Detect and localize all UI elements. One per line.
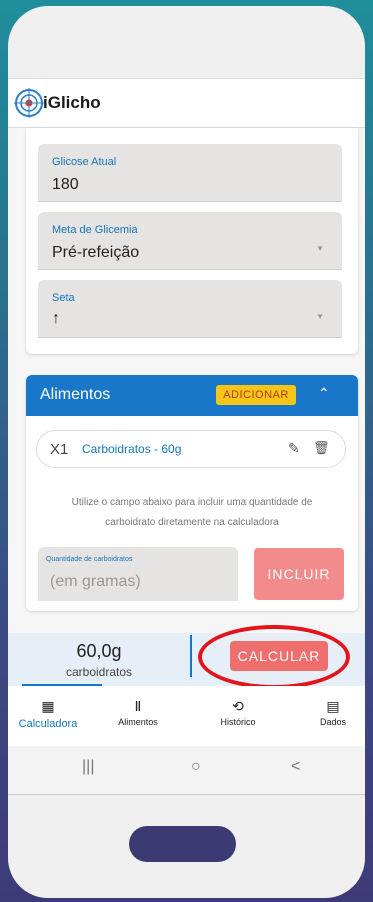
app-screen: iGlicho Glicose Atual 180 Meta de Glicem… bbox=[8, 78, 365, 795]
edit-icon[interactable]: ✎ bbox=[288, 440, 300, 457]
glucose-form-card: Glicose Atual 180 Meta de Glicemia Pré-r… bbox=[26, 128, 358, 354]
clipboard-icon: ▤ bbox=[326, 698, 340, 714]
app-title: iGlicho bbox=[43, 93, 101, 112]
home-button[interactable]: ○ bbox=[191, 758, 201, 776]
target-select[interactable]: Meta de Glicemia Pré-refeição ▼ bbox=[38, 212, 342, 270]
fork-knife-icon: Ⅱ bbox=[134, 698, 142, 714]
bottom-nav: ▦ Calculadora Ⅱ Alimentos ⟲ Histórico ▤ … bbox=[8, 686, 365, 746]
foods-header: Alimentos ADICIONAR ⌃ bbox=[26, 375, 358, 416]
food-item-chip[interactable]: X1 Carboidratos - 60g ✎ 🗑 bbox=[36, 430, 346, 468]
app-bar: iGlicho bbox=[8, 78, 365, 128]
system-nav-bar: ||| ○ < bbox=[8, 746, 365, 795]
arrow-select[interactable]: Seta ↑ ▼ bbox=[38, 280, 342, 338]
glucose-value: 180 bbox=[52, 176, 79, 193]
target-logo-icon bbox=[14, 88, 44, 118]
history-icon: ⟲ bbox=[232, 698, 244, 714]
dropdown-arrow-icon: ▼ bbox=[316, 312, 324, 321]
phone-frame: iGlicho Glicose Atual 180 Meta de Glicem… bbox=[8, 6, 365, 898]
food-item-qty: X1 bbox=[50, 441, 69, 458]
nav-item-dados[interactable]: ▤ Dados bbox=[298, 698, 365, 727]
home-pill bbox=[129, 826, 236, 862]
add-food-button[interactable]: ADICIONAR bbox=[216, 385, 296, 405]
foods-card: Alimentos ADICIONAR ⌃ X1 Carboidratos - … bbox=[26, 375, 358, 611]
recents-button[interactable]: ||| bbox=[82, 758, 94, 776]
nav-label: Histórico bbox=[220, 717, 256, 727]
carb-info-text: Utilize o campo abaixo para incluir uma … bbox=[71, 497, 313, 528]
calculator-icon: ▦ bbox=[41, 698, 55, 714]
nav-label: Dados bbox=[319, 717, 346, 727]
nav-item-historico[interactable]: ⟲ Histórico bbox=[203, 698, 273, 727]
carb-summary-bar: 60,0g carboidratos CALCULAR bbox=[8, 625, 365, 689]
target-label: Meta de Glicemia bbox=[52, 224, 138, 236]
nav-item-calculadora[interactable]: ▦ Calculadora bbox=[13, 698, 83, 730]
dropdown-arrow-icon: ▼ bbox=[316, 244, 324, 253]
target-value: Pré-refeição bbox=[52, 244, 140, 261]
carb-quantity-label: Quantidade de carboidratos bbox=[46, 556, 133, 563]
highlight-circle bbox=[198, 625, 350, 689]
nav-label: Calculadora bbox=[18, 718, 78, 730]
glucose-field[interactable]: Glicose Atual 180 bbox=[38, 144, 342, 202]
arrow-value: ↑ bbox=[52, 310, 60, 327]
glucose-label: Glicose Atual bbox=[52, 156, 117, 168]
food-item-name: Carboidratos - 60g bbox=[82, 442, 182, 456]
trash-icon[interactable]: 🗑 bbox=[313, 440, 330, 456]
carb-quantity-placeholder: (em gramas) bbox=[50, 573, 141, 590]
foods-title: Alimentos bbox=[40, 386, 111, 403]
carb-quantity-input[interactable]: Quantidade de carboidratos (em gramas) bbox=[38, 547, 238, 601]
back-button[interactable]: < bbox=[291, 758, 300, 776]
arrow-label: Seta bbox=[52, 292, 75, 304]
carb-total-value: 60,0g bbox=[76, 641, 122, 661]
summary-divider bbox=[190, 635, 192, 677]
nav-item-alimentos[interactable]: Ⅱ Alimentos bbox=[103, 698, 173, 727]
chevron-up-icon[interactable]: ⌃ bbox=[318, 385, 330, 402]
nav-label: Alimentos bbox=[118, 717, 158, 727]
carb-total-unit: carboidratos bbox=[65, 665, 133, 679]
include-button[interactable]: INCLUIR bbox=[254, 548, 344, 600]
